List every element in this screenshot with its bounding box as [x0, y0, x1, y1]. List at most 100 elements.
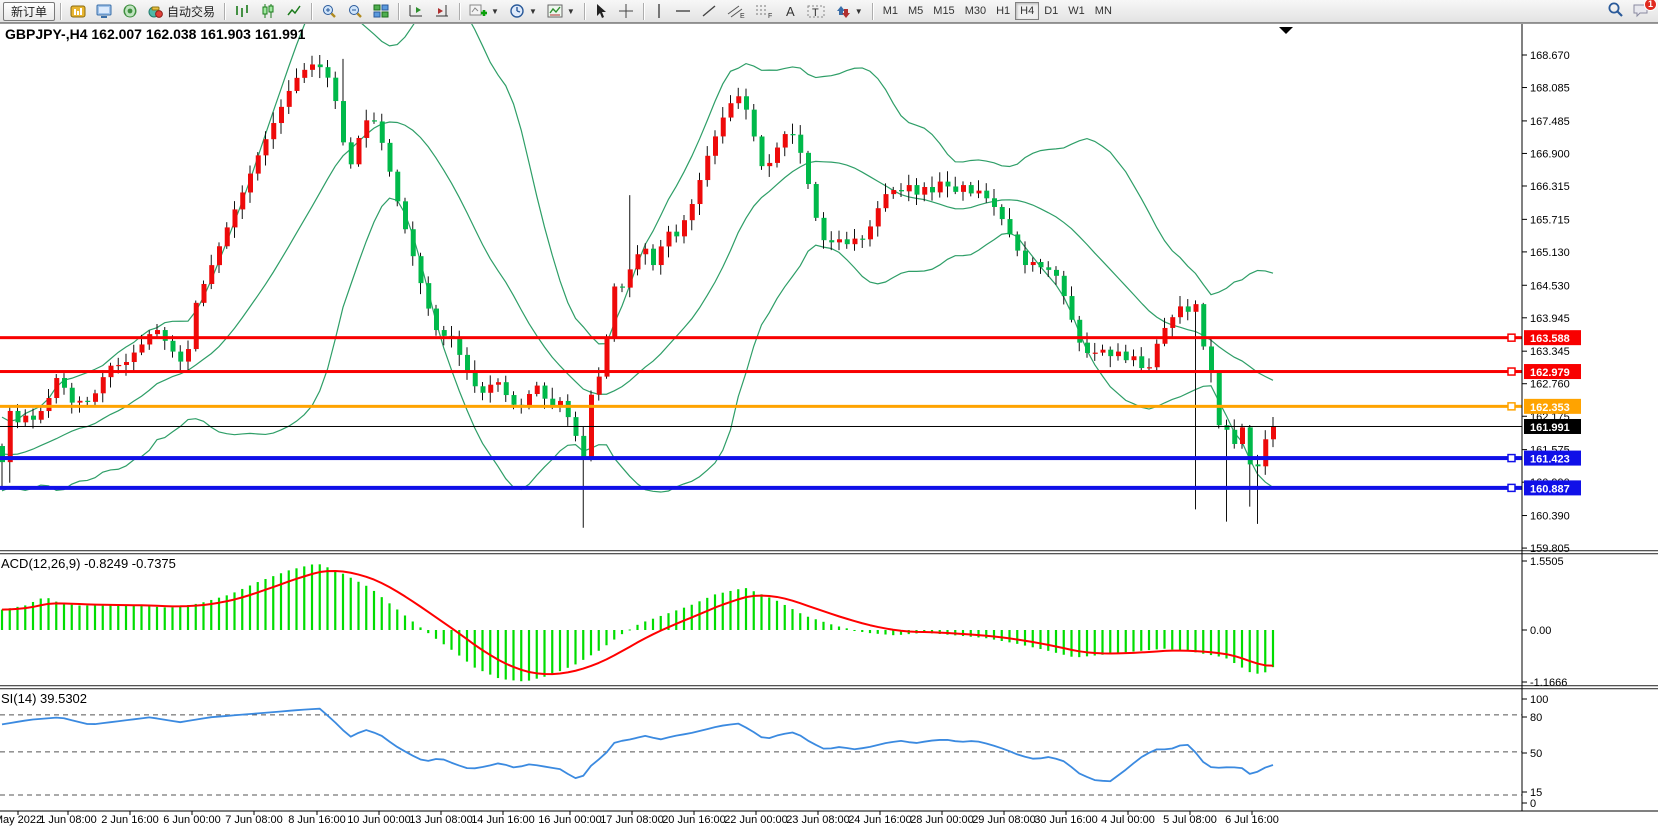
indicators-icon[interactable]: ▼ — [465, 2, 503, 21]
timeframe-M1[interactable]: M1 — [878, 2, 903, 20]
arrows-icon[interactable]: ▼ — [831, 2, 867, 21]
timeframe-H1[interactable]: H1 — [991, 2, 1015, 20]
time-axis-label: 13 Jun 08:00 — [409, 814, 473, 826]
macd-histogram-bar — [412, 621, 414, 630]
trendline-icon[interactable] — [697, 2, 721, 21]
vertical-line-icon[interactable] — [649, 2, 669, 21]
tile-windows-icon[interactable] — [369, 2, 393, 21]
charts-icon[interactable] — [66, 2, 90, 21]
macd-histogram-bar — [567, 630, 569, 668]
horizontal-level-line[interactable] — [0, 486, 1522, 490]
zoom-out-icon[interactable] — [343, 2, 367, 21]
macd-histogram-bar — [838, 626, 840, 630]
macd-histogram-bar — [505, 630, 507, 680]
market-watch-icon[interactable] — [92, 2, 116, 21]
macd-histogram-bar — [1063, 630, 1065, 655]
bar-chart-icon[interactable] — [230, 2, 254, 21]
notifications-icon[interactable]: 1 — [1632, 2, 1650, 18]
macd-histogram-bar — [78, 605, 80, 630]
timeframe-MN[interactable]: MN — [1090, 2, 1117, 20]
timeframe-D1[interactable]: D1 — [1039, 2, 1063, 20]
chart-title: GBPJPY-,H4 162.007 162.038 161.903 161.9… — [5, 26, 305, 42]
macd-histogram-bar — [861, 630, 863, 632]
line-chart-icon[interactable] — [282, 2, 306, 21]
timeframe-M5[interactable]: M5 — [903, 2, 928, 20]
panel-splitter[interactable] — [0, 550, 1658, 551]
line-end-handle[interactable] — [1508, 484, 1515, 491]
zoom-in-icon[interactable] — [317, 2, 341, 21]
chevron-down-icon: ▼ — [855, 7, 863, 16]
macd-histogram-bar — [474, 630, 476, 668]
panel-splitter[interactable] — [0, 553, 1658, 554]
macd-histogram-bar — [799, 613, 801, 630]
panel-splitter[interactable] — [0, 685, 1658, 686]
macd-histogram-bar — [536, 630, 538, 679]
line-end-handle[interactable] — [1508, 368, 1515, 375]
macd-histogram-bar — [551, 630, 553, 674]
macd-histogram-bar — [1163, 630, 1165, 649]
horizontal-level-line[interactable] — [0, 370, 1522, 373]
macd-histogram-bar — [16, 607, 18, 630]
price-tag-label: 162.353 — [1530, 402, 1570, 414]
timeframe-M15[interactable]: M15 — [928, 2, 959, 20]
time-axis-label: 10 Jun 00:00 — [347, 814, 411, 826]
periods-icon[interactable]: ▼ — [505, 2, 541, 21]
macd-histogram-bar — [55, 602, 57, 630]
cursor-icon[interactable] — [590, 2, 612, 21]
timeframe-W1[interactable]: W1 — [1063, 2, 1090, 20]
text-label-icon[interactable]: T — [803, 2, 829, 21]
macd-histogram-bar — [1008, 630, 1010, 642]
macd-histogram-bar — [574, 630, 576, 664]
line-end-handle[interactable] — [1508, 455, 1515, 462]
macd-histogram-bar — [977, 630, 979, 637]
auto-scroll-icon[interactable] — [430, 2, 454, 21]
autotrading-button[interactable]: 自动交易 — [144, 2, 219, 21]
macd-histogram-bar — [1047, 630, 1049, 651]
macd-histogram-bar — [1241, 630, 1243, 668]
chart-area[interactable]: 168.670168.085167.485166.900166.315165.7… — [0, 0, 1658, 828]
horizontal-line-icon[interactable] — [671, 2, 695, 21]
macd-histogram-bar — [1132, 630, 1134, 652]
candlestick-chart-icon[interactable] — [256, 2, 280, 21]
time-axis-label: 6 Jul 16:00 — [1225, 814, 1279, 826]
panel-splitter[interactable] — [0, 688, 1658, 689]
line-end-handle[interactable] — [1508, 403, 1515, 410]
templates-icon[interactable]: ▼ — [543, 2, 579, 21]
macd-histogram-bar — [512, 630, 514, 680]
macd-histogram-bar — [1194, 630, 1196, 652]
search-icon[interactable] — [1607, 1, 1624, 18]
crosshair-icon[interactable] — [614, 2, 638, 21]
fibonacci-icon[interactable]: F — [751, 2, 777, 21]
timeframe-M30[interactable]: M30 — [960, 2, 991, 20]
macd-histogram-bar — [760, 594, 762, 630]
toolbar-separator — [643, 3, 644, 20]
macd-histogram-bar — [1032, 630, 1034, 647]
timeframe-H4[interactable]: H4 — [1015, 2, 1039, 20]
price-axis-tick: 163.345 — [1530, 346, 1570, 358]
macd-histogram-bar — [357, 582, 359, 630]
horizontal-level-line[interactable] — [0, 426, 1522, 427]
time-axis-label: 29 Jun 08:00 — [972, 814, 1036, 826]
macd-histogram-bar — [396, 609, 398, 630]
equidistant-channel-icon[interactable]: E — [723, 2, 749, 21]
line-end-handle[interactable] — [1508, 334, 1515, 341]
macd-histogram-bar — [722, 593, 724, 630]
macd-histogram-bar — [419, 627, 421, 630]
macd-histogram-bar — [171, 607, 173, 630]
macd-histogram-bar — [636, 625, 638, 630]
macd-histogram-bar — [365, 586, 367, 630]
price-axis-tick: 165.130 — [1530, 247, 1570, 259]
chart-shift-icon[interactable] — [404, 2, 428, 21]
time-axis-label: 30 Jun 16:00 — [1034, 814, 1098, 826]
macd-histogram-bar — [156, 607, 158, 630]
macd-histogram-bar — [288, 570, 290, 630]
macd-histogram-bar — [94, 606, 96, 630]
horizontal-level-line[interactable] — [0, 336, 1522, 339]
macd-histogram-bar — [698, 601, 700, 630]
signals-icon[interactable] — [118, 2, 142, 21]
macd-scale-tick: -1.1666 — [1530, 677, 1567, 689]
new-order-button[interactable]: 新订单 — [3, 2, 55, 21]
horizontal-level-line[interactable] — [0, 405, 1522, 408]
horizontal-level-line[interactable] — [0, 456, 1522, 460]
text-icon[interactable]: A — [779, 2, 801, 21]
